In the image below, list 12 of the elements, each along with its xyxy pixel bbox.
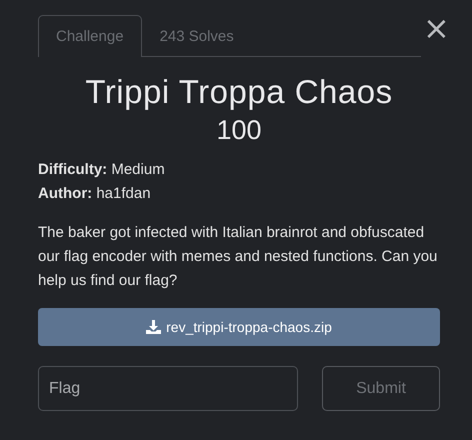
download-button[interactable]: rev_trippi-troppa-chaos.zip xyxy=(38,308,440,346)
flag-input[interactable]: Flag xyxy=(38,366,298,411)
info-line: Difficulty: Medium xyxy=(38,160,166,180)
info-line: Author: ha1fdan xyxy=(38,184,152,204)
challenge-title: Trippi Troppa Chaos xyxy=(84,73,394,111)
close-button[interactable]: × xyxy=(423,15,447,41)
download-icon xyxy=(146,320,162,334)
submit-button[interactable]: Submit xyxy=(322,366,440,411)
tab[interactable]: Challenge xyxy=(38,15,142,57)
challenge-description: The baker got infected with Italian brainrot and obfuscated our flag encoder with memes and nested functions. Can you help us find our flag? xyxy=(38,223,438,291)
tab[interactable]: 243 Solves xyxy=(142,15,252,57)
challenge-points: 100 xyxy=(215,115,263,146)
